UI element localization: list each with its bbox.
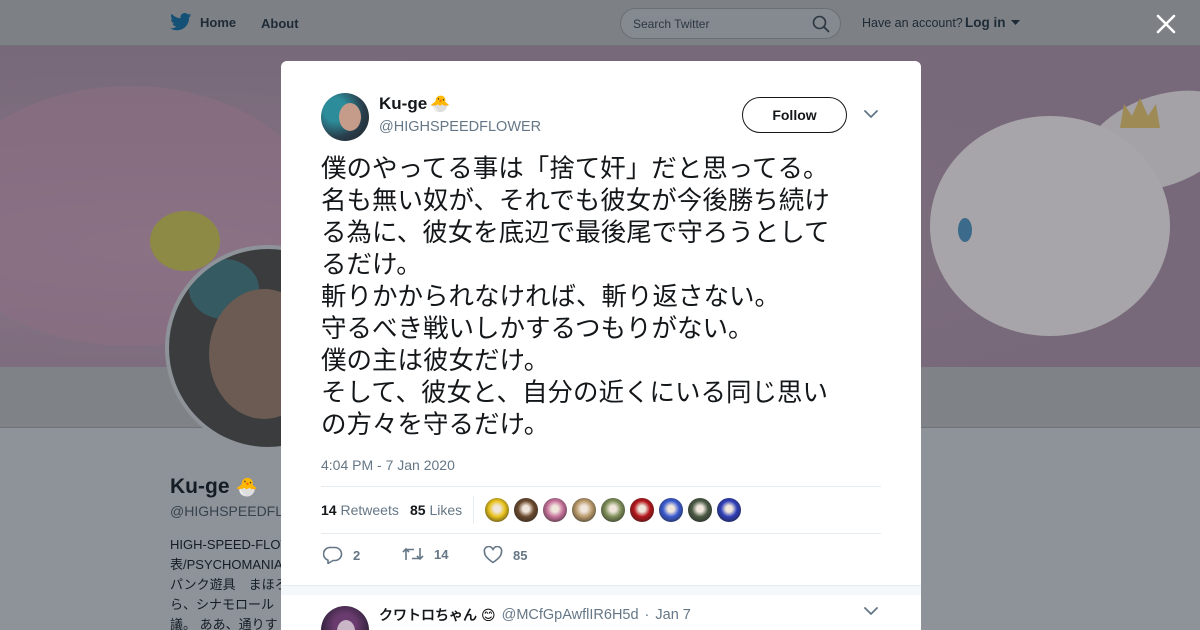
tweet-timestamp[interactable]: 4:04 PM - 7 Jan 2020 bbox=[321, 457, 455, 473]
tweet-text-line: 僕の主は彼女だけ。 bbox=[321, 346, 550, 376]
like-count: 85 bbox=[513, 547, 528, 563]
liker-avatar[interactable] bbox=[717, 498, 741, 522]
chick-emoji-icon: 🐣 bbox=[430, 96, 451, 113]
tweet-text-line: 守るべき戦いしかするつもりがない。 bbox=[321, 314, 754, 344]
liker-avatar[interactable] bbox=[688, 498, 712, 522]
liker-avatars bbox=[485, 498, 741, 522]
nav-about-link[interactable]: About bbox=[261, 16, 299, 31]
bio-line: HIGH-SPEED-FLOWER代 bbox=[170, 537, 285, 552]
likes-stat[interactable]: 85 Likes bbox=[410, 502, 462, 518]
login-button[interactable]: Log in bbox=[965, 15, 1021, 30]
close-icon[interactable] bbox=[1155, 13, 1177, 35]
author-name[interactable]: Ku-ge 🐣 bbox=[379, 94, 450, 114]
login-label: Log in bbox=[965, 15, 1006, 30]
heart-icon bbox=[483, 546, 503, 564]
search-icon[interactable] bbox=[812, 15, 830, 33]
retweet-count: 14 bbox=[434, 546, 449, 562]
chevron-down-icon[interactable] bbox=[864, 110, 878, 119]
author-avatar[interactable] bbox=[321, 93, 369, 141]
likes-label: Likes bbox=[429, 502, 463, 518]
liker-avatar[interactable] bbox=[601, 498, 625, 522]
top-navigation-bar: Home About Search Twitter Have an accoun… bbox=[0, 0, 1200, 46]
liker-avatar[interactable] bbox=[659, 498, 683, 522]
chevron-down-icon[interactable] bbox=[864, 607, 878, 616]
nav-home-link[interactable]: Home bbox=[170, 13, 236, 31]
smile-emoji-icon: 😊 bbox=[481, 606, 496, 623]
bio-line: 議。 ああ、通りす bbox=[170, 617, 278, 630]
reply-author-handle[interactable]: @MCfGpAwflIR6H5d bbox=[502, 607, 639, 623]
reply-date[interactable]: Jan 7 bbox=[655, 607, 690, 623]
profile-bio: HIGH-SPEED-FLOWER代 表/PSYCHOMANIA パンク遊具 ま… bbox=[170, 535, 285, 630]
retweet-icon bbox=[402, 547, 424, 561]
reply-icon bbox=[323, 546, 343, 564]
tweet-text-line: るだけ。 bbox=[321, 250, 422, 280]
retweet-button[interactable]: 14 bbox=[402, 546, 448, 562]
reply-count: 2 bbox=[353, 547, 361, 563]
liker-avatar[interactable] bbox=[485, 498, 509, 522]
tweet-text-line: 名も無い奴が、それでも彼女が今後勝ち続け bbox=[321, 186, 830, 216]
reply-separator bbox=[281, 585, 921, 595]
author-handle[interactable]: @HIGHSPEEDFLOWER bbox=[379, 119, 541, 135]
tweet-modal: Ku-ge 🐣 @HIGHSPEEDFLOWER Follow 僕のやってる事は… bbox=[281, 61, 921, 630]
tweet-text-line: そして、彼女と、自分の近くにいる同じ思い bbox=[321, 378, 828, 408]
tweet-actions: 2 14 85 bbox=[321, 544, 881, 568]
have-account-text: Have an account? bbox=[862, 16, 963, 30]
tweet-text-line: 斬りかかられなければ、斬り返さない。 bbox=[321, 282, 781, 312]
reply-author-avatar[interactable] bbox=[321, 606, 369, 630]
liker-avatar[interactable] bbox=[514, 498, 538, 522]
retweets-count: 14 bbox=[321, 502, 337, 518]
liker-avatar[interactable] bbox=[630, 498, 654, 522]
chevron-down-icon bbox=[1011, 20, 1021, 26]
profile-name-text: Ku-ge bbox=[170, 475, 230, 498]
tweet-text: 僕のやってる事は「捨て奸」だと思ってる。 名も無い奴が、それでも彼女が今後勝ち続… bbox=[321, 153, 891, 441]
profile-name: Ku-ge 🐣 bbox=[170, 475, 258, 499]
nav-home-label: Home bbox=[200, 14, 237, 30]
chick-emoji-icon: 🐣 bbox=[235, 476, 258, 497]
bio-line: パンク遊具 まほろ bbox=[170, 577, 285, 592]
search-input[interactable]: Search Twitter bbox=[620, 8, 841, 39]
tweet-stats: 14 Retweets 85 Likes bbox=[321, 486, 881, 534]
retweets-label: Retweets bbox=[340, 502, 399, 518]
bio-line: 表/PSYCHOMANIA bbox=[170, 557, 283, 572]
likes-count: 85 bbox=[410, 502, 426, 518]
author-name-text: Ku-ge bbox=[379, 94, 428, 113]
tweet-text-line: る為に、彼女を底辺で最後尾で守ろうとして bbox=[321, 218, 830, 248]
reply-header: クワトロちゃん 😊 @MCfGpAwflIR6H5d · Jan 7 bbox=[379, 605, 691, 625]
retweets-stat[interactable]: 14 Retweets bbox=[321, 502, 399, 518]
liker-avatar[interactable] bbox=[543, 498, 567, 522]
tweet-text-line: の方々を守るだけ。 bbox=[321, 410, 550, 440]
twitter-bird-icon bbox=[170, 13, 192, 31]
follow-button[interactable]: Follow bbox=[742, 97, 847, 133]
search-placeholder: Search Twitter bbox=[633, 17, 710, 31]
tweet-text-line: 僕のやってる事は「捨て奸」だと思ってる。 bbox=[321, 154, 829, 184]
stats-divider bbox=[473, 496, 474, 524]
reply-separator-dot: · bbox=[644, 607, 650, 623]
liker-avatar[interactable] bbox=[572, 498, 596, 522]
like-button[interactable]: 85 bbox=[483, 546, 527, 564]
bio-line: ら、シナモロール bbox=[170, 597, 275, 612]
reply-author-name[interactable]: クワトロちゃん bbox=[379, 605, 477, 625]
reply-button[interactable]: 2 bbox=[323, 546, 360, 564]
